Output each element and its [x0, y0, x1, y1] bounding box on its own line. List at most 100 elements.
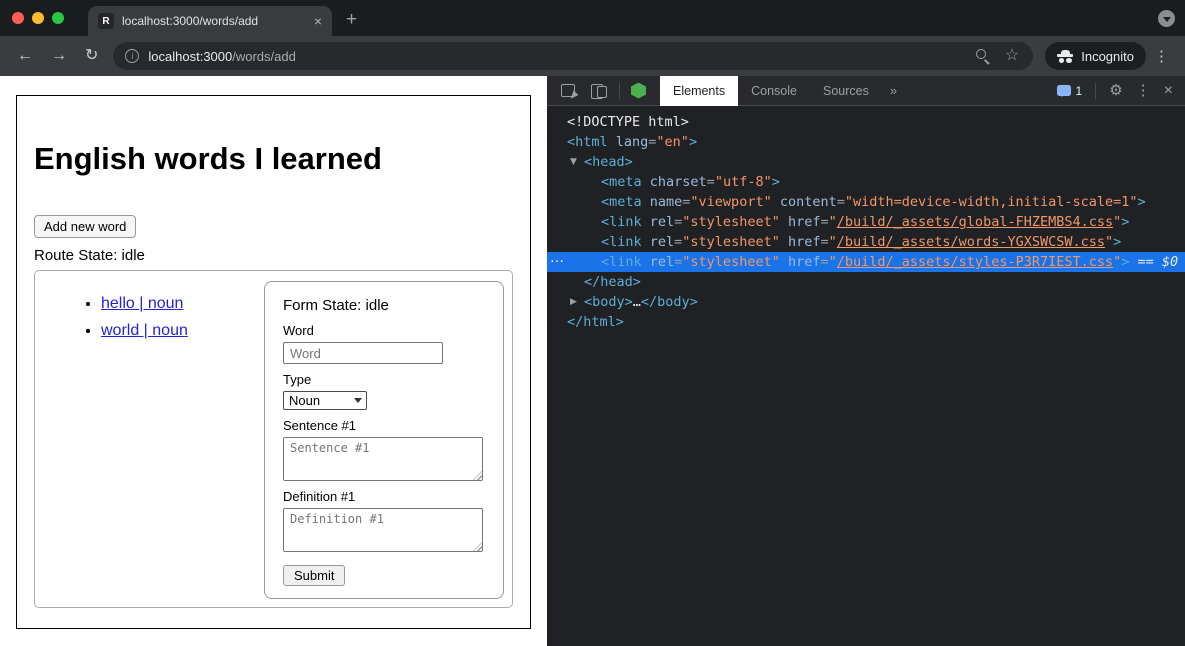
word-link[interactable]: world | noun: [101, 322, 188, 339]
content-area: English words I learned Add new word Rou…: [0, 76, 1185, 646]
page-title: English words I learned: [34, 141, 513, 177]
url-text: localhost:3000/words/add: [148, 49, 295, 64]
address-bar: ← → ↻ i localhost:3000/words/add ☆ Incog…: [0, 36, 1185, 76]
close-window-button[interactable]: [12, 12, 24, 24]
code-token: rel: [642, 214, 675, 230]
sentence-textarea[interactable]: [283, 437, 483, 481]
code-token: <meta: [601, 194, 642, 210]
browser-menu-icon[interactable]: ⋮: [1146, 47, 1177, 65]
code-token: =: [820, 234, 828, 250]
dom-tree-row[interactable]: ▶<body>…</body>: [547, 292, 1185, 312]
new-tab-button[interactable]: +: [346, 7, 357, 33]
traffic-lights: [12, 12, 64, 24]
definition-textarea[interactable]: [283, 508, 483, 552]
code-token: <html: [567, 134, 608, 150]
code-token: /build/_assets/words-YGXSWCSW.css: [837, 234, 1105, 250]
console-message-count: 1: [1076, 84, 1083, 98]
incognito-label: Incognito: [1081, 49, 1134, 64]
dom-tree-row[interactable]: <meta charset="utf-8">: [547, 172, 1185, 192]
tab-title: localhost:3000/words/add: [122, 14, 306, 28]
add-new-word-button[interactable]: Add new word: [34, 215, 136, 238]
dom-tree-row[interactable]: ▼ <head>: [547, 152, 1185, 172]
console-messages-indicator[interactable]: 1: [1057, 84, 1083, 98]
code-token: "stylesheet": [682, 254, 780, 270]
dom-tree-row[interactable]: <meta name="viewport" content="width=dev…: [547, 192, 1185, 212]
code-token: /build/_assets/styles-P3R7IEST.css: [837, 254, 1113, 270]
code-token: <body>: [584, 294, 633, 310]
code-token: >: [772, 174, 780, 190]
tab-console[interactable]: Console: [738, 76, 810, 106]
sentence-label: Sentence #1: [283, 418, 485, 433]
dom-tree-row[interactable]: <link rel="stylesheet" href="/build/_ass…: [547, 232, 1185, 252]
dom-tree-row[interactable]: <!DOCTYPE html>: [547, 112, 1185, 132]
page-info-icon[interactable]: i: [125, 49, 139, 63]
code-token: content: [772, 194, 837, 210]
word-list: hello | noun world | noun: [51, 295, 264, 597]
zoom-window-button[interactable]: [52, 12, 64, 24]
code-token: <head>: [584, 154, 633, 170]
code-token: href: [780, 234, 821, 250]
code-token: <meta: [601, 174, 642, 190]
code-token: ": [829, 234, 837, 250]
more-actions-icon[interactable]: …: [550, 248, 564, 268]
bookmark-star-icon[interactable]: ☆: [1005, 48, 1019, 64]
submit-button[interactable]: Submit: [283, 565, 345, 586]
more-tabs-icon[interactable]: »: [882, 76, 905, 106]
code-token: /build/_assets/global-FHZEMBS4.css: [837, 214, 1113, 230]
dom-tree-row[interactable]: <link rel="stylesheet" href="/build/_ass…: [547, 212, 1185, 232]
omnibox[interactable]: i localhost:3000/words/add ☆: [113, 42, 1033, 70]
incognito-badge: Incognito: [1045, 42, 1146, 70]
type-label: Type: [283, 372, 485, 387]
code-token: =: [820, 214, 828, 230]
forward-button[interactable]: →: [42, 36, 76, 76]
node-hexagon-icon[interactable]: [631, 83, 646, 99]
code-token: charset: [642, 174, 707, 190]
zoom-icon[interactable]: [976, 49, 990, 63]
downloads-icon[interactable]: [1158, 10, 1175, 27]
code-token: =: [837, 194, 845, 210]
web-page: English words I learned Add new word Rou…: [0, 76, 547, 646]
dom-tree-row[interactable]: </html>: [547, 312, 1185, 332]
inspect-element-icon[interactable]: [561, 84, 575, 97]
code-token: lang: [608, 134, 649, 150]
word-label: Word: [283, 323, 485, 338]
code-token: <link: [601, 234, 642, 250]
code-token: </html>: [567, 314, 624, 330]
code-token: "viewport": [690, 194, 771, 210]
word-link[interactable]: hello | noun: [101, 295, 183, 312]
word-input[interactable]: [283, 342, 443, 364]
settings-gear-icon[interactable]: ⚙: [1109, 83, 1122, 99]
type-select[interactable]: Noun: [283, 391, 367, 410]
toolbar-divider: [1095, 83, 1096, 99]
incognito-icon: [1057, 49, 1073, 64]
form-state-text: Form State: idle: [283, 297, 485, 315]
toolbar-divider: [619, 83, 620, 99]
reload-button[interactable]: ↻: [76, 36, 107, 76]
device-toolbar-icon[interactable]: [591, 84, 607, 98]
expand-icon[interactable]: ▶: [570, 292, 577, 312]
code-token: ==: [1129, 254, 1162, 270]
tab-sources[interactable]: Sources: [810, 76, 882, 106]
code-token: ": [829, 214, 837, 230]
code-token: >: [689, 134, 697, 150]
code-token: </head>: [584, 274, 641, 290]
tab-elements[interactable]: Elements: [660, 76, 738, 106]
code-token: >: [1121, 214, 1129, 230]
code-token: <!DOCTYPE html>: [567, 114, 689, 130]
dom-tree-row[interactable]: </head>: [547, 272, 1185, 292]
titlebar: R localhost:3000/words/add × +: [0, 0, 1185, 36]
code-token: name: [642, 194, 683, 210]
app-container: English words I learned Add new word Rou…: [16, 95, 531, 629]
tab-close-icon[interactable]: ×: [314, 14, 322, 28]
devtools-menu-icon[interactable]: ⋮: [1136, 83, 1151, 99]
back-button[interactable]: ←: [8, 36, 42, 76]
devtools-close-icon[interactable]: ×: [1164, 83, 1173, 99]
dom-tree-row[interactable]: …<link rel="stylesheet" href="/build/_as…: [547, 252, 1185, 272]
code-token: "stylesheet": [682, 234, 780, 250]
code-token: "utf-8": [715, 174, 772, 190]
code-token: "width=device-width,initial-scale=1": [845, 194, 1138, 210]
dom-tree-row[interactable]: <html lang="en">: [547, 132, 1185, 152]
browser-tab[interactable]: R localhost:3000/words/add ×: [88, 6, 332, 36]
collapse-icon[interactable]: ▼: [570, 152, 577, 172]
minimize-window-button[interactable]: [32, 12, 44, 24]
